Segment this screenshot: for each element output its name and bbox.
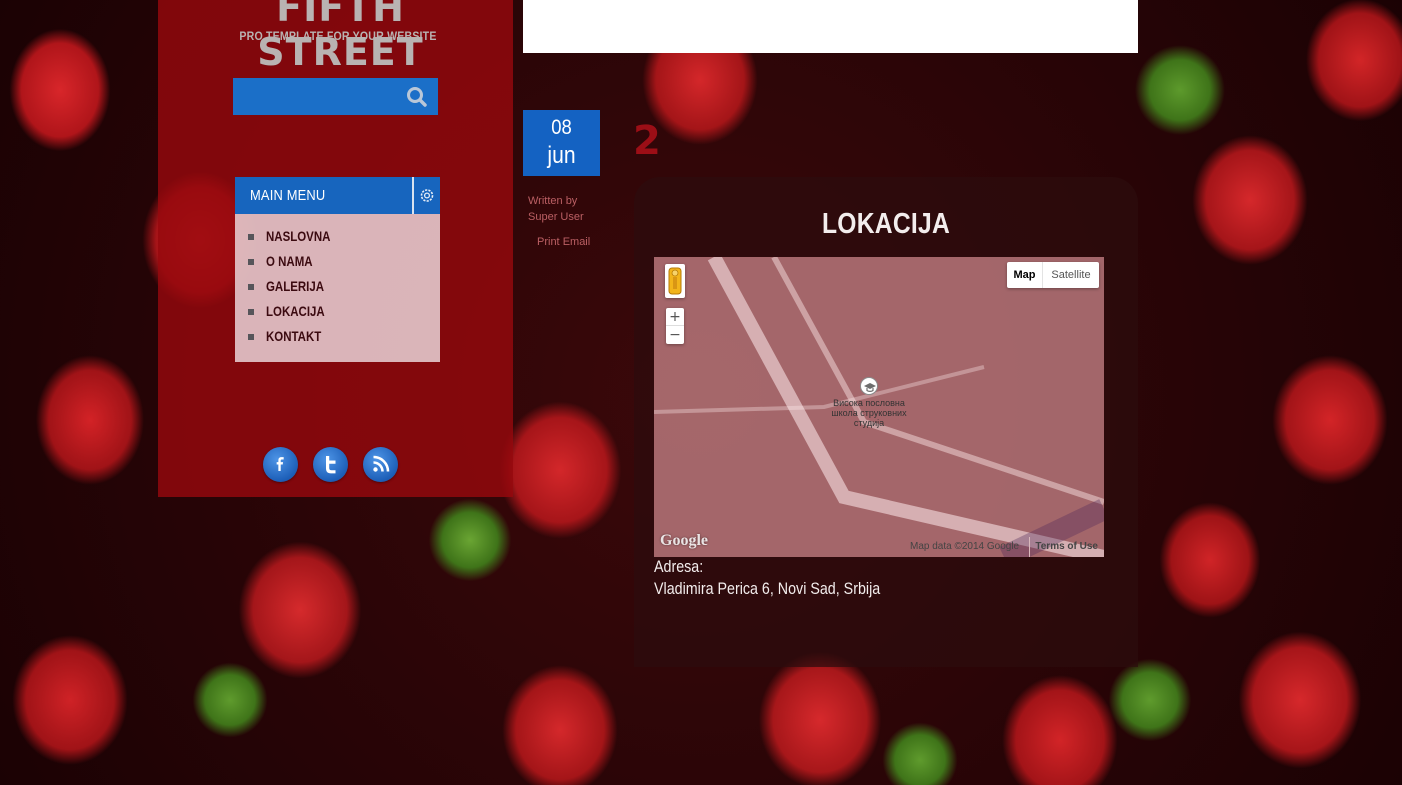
search-box [233,78,438,115]
menu-item-label[interactable]: LOKACIJA [266,303,325,319]
article-date-day: 08 [551,116,572,139]
map-zoom-control: + − [666,308,684,344]
menu-item-label[interactable]: O NAMA [266,253,313,269]
article-hits-count: 2 [633,118,661,164]
twitter-icon [326,456,336,474]
address-label: Adresa: [654,557,704,576]
menu-item-o-nama[interactable]: O NAMA [235,250,440,275]
menu-bullet [248,309,254,315]
article-panel: LOKACIJA + − Map Satellite Висока послов… [634,177,1138,667]
gear-icon [420,189,434,202]
article-title: LOKACIJA [821,208,951,240]
menu-item-label[interactable]: NASLOVNA [266,228,330,244]
search-button[interactable] [402,84,432,109]
left-sidebar: FIFTH STREET PRO TEMPLATE FOR YOUR WEBSI… [158,0,513,497]
search-icon [407,87,427,107]
main-menu-toggle[interactable] [412,177,440,214]
article-actions: Print Email [537,235,590,249]
menu-bullet [248,259,254,265]
search-input[interactable] [233,78,393,115]
menu-bullet [248,334,254,340]
article-author-meta: Written by Super User [528,193,588,225]
google-logo[interactable]: Google [660,532,708,550]
menu-item-label[interactable]: GALERIJA [266,278,324,294]
map-poi-label: Висока пословна школа струковних студија [831,398,907,428]
map-footer: Map data ©2014 Google Terms of Use [904,537,1104,557]
google-map[interactable]: + − Map Satellite Висока пословна школа … [654,257,1104,557]
zoom-out-button[interactable]: − [666,326,684,344]
main-menu-list: NASLOVNA O NAMA GALERIJA LOKACIJA KONTAK… [235,225,440,350]
pegman-icon [668,267,682,295]
rss-link[interactable] [363,447,398,482]
menu-item-label[interactable]: KONTAKT [266,328,321,344]
author-name: Super User [528,211,584,223]
menu-item-kontakt[interactable]: KONTAKT [235,325,440,350]
map-type-control: Map Satellite [1007,262,1099,288]
menu-item-naslovna[interactable]: NASLOVNA [235,225,440,250]
map-attribution: Map data ©2014 Google [910,541,1020,552]
facebook-link[interactable] [263,447,298,482]
graduation-cap-icon [864,383,876,392]
article-date-month: jun [547,142,576,169]
written-by-label: Written by [528,195,578,207]
article-date: 08 jun [523,110,600,176]
menu-item-galerija[interactable]: GALERIJA [235,275,440,300]
street-view-pegman[interactable] [665,264,685,298]
top-banner [523,0,1138,53]
email-link[interactable]: Email [563,236,591,248]
twitter-link[interactable] [313,447,348,482]
facebook-icon [276,457,284,472]
zoom-in-button[interactable]: + [666,308,684,326]
menu-item-lokacija[interactable]: LOKACIJA [235,300,440,325]
menu-bullet [248,284,254,290]
site-logo-subtitle: PRO TEMPLATE FOR YOUR WEBSITE [239,31,437,43]
main-menu-title: MAIN MENU [250,187,326,204]
print-link[interactable]: Print [537,236,560,248]
main-menu-header: MAIN MENU [235,177,440,214]
main-menu: MAIN MENU NASLOVNA O NAMA GALERIJA LOKAC… [235,177,440,362]
map-type-map-button[interactable]: Map [1007,262,1043,288]
address-value: Vladimira Perica 6, Novi Sad, Srbija [654,579,881,598]
menu-bullet [248,234,254,240]
school-icon[interactable] [860,377,878,395]
map-type-satellite-button[interactable]: Satellite [1043,262,1099,288]
terms-of-use-link[interactable]: Terms of Use [1029,537,1098,557]
rss-icon [373,455,390,472]
